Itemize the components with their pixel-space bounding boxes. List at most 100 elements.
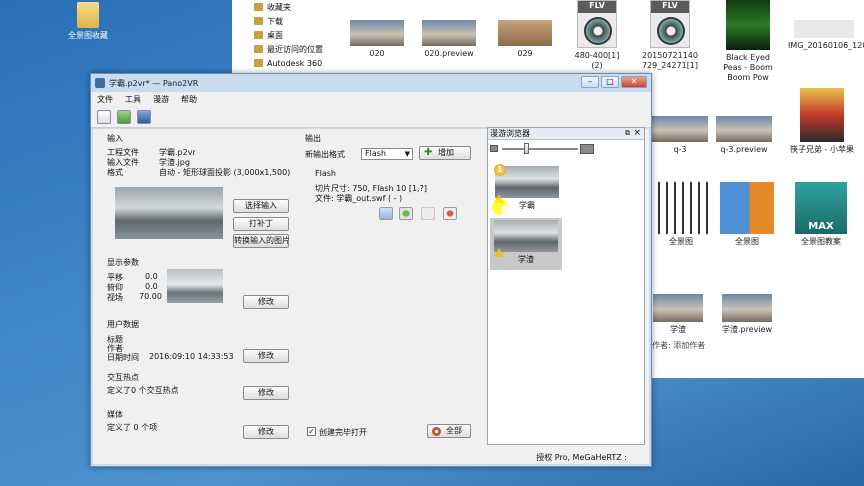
desktop-icon (254, 31, 263, 39)
add-output-button[interactable]: ✚ 增加 (419, 146, 471, 160)
star-icon (254, 3, 263, 11)
app-icon (95, 78, 105, 88)
tour-browser-panel: 漫游浏览器 ⧉ × 学霸 1 学渣 (487, 127, 645, 445)
panorama-thumbnail-image (716, 116, 772, 142)
file-thumbnail[interactable]: 学渣.preview (716, 294, 778, 335)
close-button[interactable]: ✕ (621, 76, 647, 88)
user-data-heading: 用户数据 (107, 320, 139, 329)
gear-icon (432, 427, 441, 436)
folder-thumbnail[interactable]: 全景图 (716, 182, 778, 247)
open-after-create-label: 创建完毕打开 (319, 428, 367, 437)
image-thumbnail (794, 20, 854, 38)
panorama-thumbnail-image (498, 20, 552, 46)
display-params-heading: 显示参数 (107, 258, 139, 267)
explorer-details-pane: 作者: 添加作者 (652, 341, 706, 350)
open-project-icon[interactable] (117, 109, 131, 124)
file-thumbnail[interactable]: q-3 (650, 116, 710, 155)
window-title: 学霸.p2vr* — Pano2VR (109, 78, 199, 88)
menu-tools[interactable]: 工具 (125, 94, 141, 105)
new-project-icon[interactable] (97, 109, 111, 124)
image-thumbnail (652, 182, 710, 234)
sidebar-item-desktop[interactable]: 桌面 (232, 28, 350, 42)
thumbnail-size-slider[interactable] (490, 142, 642, 156)
media-disc-icon (584, 17, 612, 45)
menu-tour[interactable]: 漫游 (153, 94, 169, 105)
modify-hotspots-button[interactable]: 修改 (243, 386, 289, 400)
toolbar (91, 106, 651, 128)
cloud-icon (254, 59, 263, 67)
pano2vr-window: 学霸.p2vr* — Pano2VR – □ ✕ 文件 工具 漫游 帮助 输入 … (90, 73, 652, 467)
generate-output-icon[interactable] (399, 207, 413, 220)
title-bar[interactable]: 学霸.p2vr* — Pano2VR – □ ✕ (91, 74, 651, 92)
output-format-name: Flash (315, 169, 336, 178)
desktop-folder-icon[interactable]: 全景图收藏 (64, 2, 112, 41)
sidebar-item-favorites[interactable]: 收藏夹 (232, 0, 350, 14)
menu-help[interactable]: 帮助 (181, 94, 197, 105)
warning-icon (494, 248, 504, 257)
sidebar-item-downloads[interactable]: 下载 (232, 14, 350, 28)
slider-track (502, 148, 578, 150)
recent-places-icon (254, 45, 263, 53)
view-preview-image (167, 269, 223, 303)
file-thumbnail[interactable]: 全景图 (650, 182, 712, 247)
archive-folder-icon (720, 182, 774, 234)
menu-bar: 文件 工具 漫游 帮助 (91, 92, 651, 106)
sidebar-item-recent[interactable]: 最近访问的位置 (232, 42, 350, 56)
download-icon (254, 17, 263, 25)
undock-icon[interactable]: ⧉ (625, 128, 630, 139)
flv-video-icon: FLV (650, 0, 690, 48)
panorama-thumbnail-image (350, 20, 404, 46)
panorama-thumbnail-image (422, 20, 476, 46)
file-thumbnail[interactable]: q-3.preview (714, 116, 774, 155)
3dsmax-icon: MAX (795, 182, 847, 234)
status-bar: 授权 Pro, MeGaHeRTZ : (93, 452, 649, 464)
slider-thumb[interactable] (524, 143, 529, 154)
file-thumbnail[interactable]: 020 (348, 20, 406, 59)
minimize-button[interactable]: – (581, 76, 599, 88)
datetime-label: 日期时间 (107, 353, 139, 362)
edit-output-icon[interactable] (379, 207, 393, 220)
datetime-value: 2016:09:10 14:33:53 (149, 352, 234, 361)
open-after-create-checkbox[interactable]: ✓ (307, 427, 316, 436)
close-icon[interactable]: × (633, 128, 641, 139)
large-thumbnail-icon (580, 144, 594, 154)
fov-label: 视场 (107, 293, 123, 302)
modify-user-data-button[interactable]: 修改 (243, 349, 289, 363)
file-thumbnail[interactable]: 020.preview (420, 20, 478, 59)
desktop-icon-label: 全景图收藏 (68, 31, 108, 40)
file-thumbnail[interactable]: 筷子兄弟 - 小苹果 (788, 88, 856, 155)
tour-browser-header: 漫游浏览器 ⧉ × (488, 128, 644, 140)
menu-file[interactable]: 文件 (97, 94, 113, 105)
file-thumbnail[interactable]: MAX 全景图教案 (784, 182, 858, 247)
format-label: 格式 (107, 168, 123, 177)
video-file-thumbnail[interactable]: FLV 20150721140729_24271[1] (640, 0, 700, 71)
delete-output-icon[interactable] (443, 207, 457, 220)
fov-value: 70.00 (139, 292, 162, 301)
file-thumbnail[interactable]: IMG_20160106_120039 (788, 20, 864, 51)
save-project-icon[interactable] (137, 109, 151, 124)
modify-media-button[interactable]: 修改 (243, 425, 289, 439)
open-output-icon[interactable] (421, 207, 435, 220)
maximize-button[interactable]: □ (601, 76, 619, 88)
format-value: 自动 - 矩形球面投影 (3,000x1,500) (159, 168, 291, 177)
panorama-thumbnail-image (653, 294, 703, 322)
file-thumbnail[interactable]: 029 (496, 20, 554, 59)
output-format-select[interactable]: Flash ▼ (361, 148, 413, 160)
panorama-thumbnail-image (652, 116, 708, 142)
generate-all-button[interactable]: 全部 (427, 424, 471, 438)
folder-icon (77, 2, 99, 28)
sidebar-item-autodesk[interactable]: Autodesk 360 (232, 56, 350, 70)
hotspots-count-text: 定义了0 个交互热点 (107, 386, 179, 395)
input-heading: 输入 (107, 134, 123, 143)
modify-display-button[interactable]: 修改 (243, 295, 289, 309)
patch-button[interactable]: 打补丁 (233, 217, 289, 231)
tilt-value: 0.0 (145, 282, 158, 291)
panorama-thumbnail-image (722, 294, 772, 322)
select-input-button[interactable]: 选择输入 (233, 199, 289, 213)
video-file-thumbnail[interactable]: Black Eyed Peas - Boom Boom Pow (716, 0, 780, 83)
tour-node-xuezha[interactable]: 学渣 (490, 218, 562, 270)
video-file-thumbnail[interactable]: FLV 480-400[1] (2) (568, 0, 626, 71)
file-thumbnail[interactable]: 学渣 (650, 294, 706, 335)
small-thumbnail-icon (490, 145, 498, 152)
convert-input-button[interactable]: 转换输入的图片 (233, 234, 290, 248)
